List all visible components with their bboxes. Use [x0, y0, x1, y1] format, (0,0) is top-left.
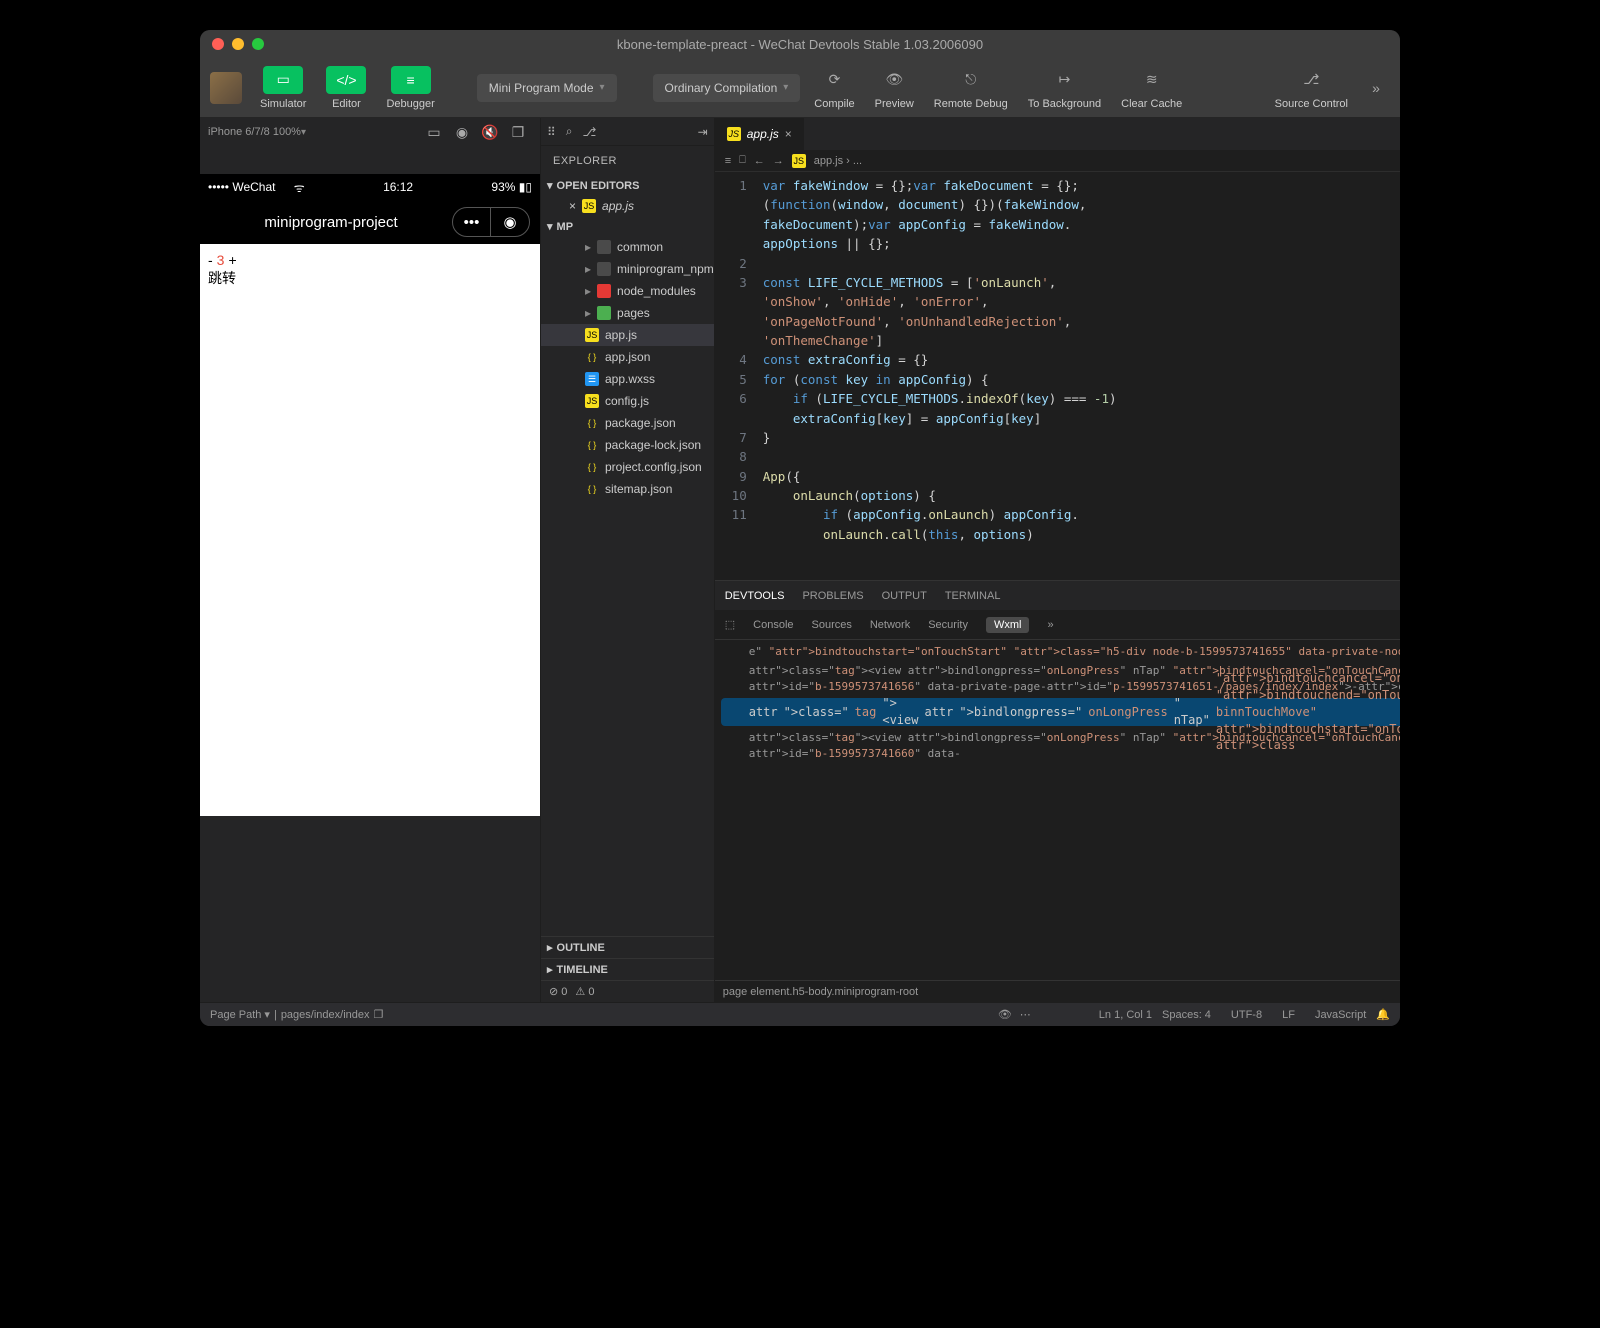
indentation[interactable]: Spaces: 4 [1162, 1009, 1211, 1021]
eol[interactable]: LF [1282, 1009, 1295, 1021]
open-editor-item[interactable]: × JS app.js [541, 195, 714, 217]
device-select[interactable]: iPhone 6/7/8 100% [208, 126, 306, 138]
bookmark-icon[interactable]: ⎕ [739, 154, 746, 167]
copy-path-icon[interactable]: ❐ [374, 1008, 384, 1021]
devtools-tabs: DEVTOOLS PROBLEMS OUTPUT TERMINAL ∧ × [715, 580, 1400, 610]
copy-icon[interactable]: ❐ [504, 118, 532, 146]
explorer-panel: ⠿ ⌕ ⎇ ⇥ EXPLORER ▾OPEN EDITORS × JS app.… [540, 118, 715, 1002]
subtab-sources[interactable]: Sources [812, 619, 852, 631]
tree-item[interactable]: { }sitemap.json [541, 478, 714, 500]
more-icon[interactable]: » [1362, 74, 1390, 102]
tree-item[interactable]: JSconfig.js [541, 390, 714, 412]
errors-count[interactable]: ⊘ 0 [549, 985, 567, 998]
tree-item[interactable]: { }project.config.json [541, 456, 714, 478]
clear-cache-button[interactable]: ≋Clear Cache [1115, 66, 1188, 110]
simulator-button[interactable]: ▭Simulator [254, 66, 312, 110]
warnings-count[interactable]: ⚠ 0 [575, 985, 594, 998]
tree-item[interactable]: ☰app.wxss [541, 368, 714, 390]
list-icon[interactable]: ⠿ [547, 125, 556, 139]
status-bar: Page Path ▾ | pages/index/index ❐ 👁 ⋯ Ln… [200, 1002, 1400, 1026]
preview-button[interactable]: 👁Preview [869, 66, 920, 110]
subtab-console[interactable]: Console [753, 619, 793, 631]
tab-output[interactable]: OUTPUT [882, 590, 927, 602]
tree-item[interactable]: JSapp.js [541, 324, 714, 346]
encoding[interactable]: UTF-8 [1231, 1009, 1262, 1021]
more-icon[interactable]: ⋯ [1020, 1008, 1031, 1021]
tree-item[interactable]: { }app.json [541, 346, 714, 368]
language[interactable]: JavaScript [1315, 1009, 1366, 1021]
page-path-label[interactable]: Page Path ▾ [210, 1008, 270, 1021]
search-icon[interactable]: ⌕ [566, 124, 573, 139]
app-title: miniprogram-project [264, 214, 397, 231]
increment-button[interactable]: + [228, 252, 236, 268]
mute-icon[interactable]: 🔇 [476, 118, 504, 146]
open-editors-section[interactable]: ▾OPEN EDITORS [541, 176, 714, 195]
window-title: kbone-template-preact - WeChat Devtools … [200, 37, 1400, 52]
source-control-button[interactable]: ⎇Source Control [1269, 66, 1354, 110]
tab-problems[interactable]: PROBLEMS [802, 590, 863, 602]
simulator-panel: iPhone 6/7/8 100% ▭ ◉ 🔇 ❐ ••••• WeChatᯤ … [200, 118, 540, 1002]
eye-icon[interactable]: 👁 [998, 1008, 1012, 1021]
close-icon[interactable]: × [785, 127, 792, 141]
page-content[interactable]: - 3 + 跳转 [200, 244, 540, 816]
device-icon[interactable]: ▭ [420, 118, 448, 146]
wxml-tree[interactable]: e" "attr">bindtouchstart="onTouchStart" … [715, 640, 1400, 980]
subtab-network[interactable]: Network [870, 619, 910, 631]
remote-debug-button[interactable]: ⎋Remote Debug [928, 66, 1014, 110]
titlebar: kbone-template-preact - WeChat Devtools … [200, 30, 1400, 58]
debugger-button[interactable]: ≡Debugger [380, 66, 440, 110]
carrier: ••••• WeChat [208, 180, 275, 194]
menu-icon: ••• [453, 208, 491, 236]
user-avatar-icon[interactable] [210, 72, 242, 104]
counter-value: 3 [217, 252, 225, 268]
record-icon[interactable]: ◉ [448, 118, 476, 146]
battery: 93% [491, 180, 515, 194]
breadcrumb[interactable]: app.js › ... [814, 155, 862, 167]
tree-item[interactable]: { }package.json [541, 412, 714, 434]
target-icon: ◉ [491, 208, 529, 236]
tree-item[interactable]: ▸miniprogram_npm [541, 258, 714, 280]
decrement-button[interactable]: - [208, 252, 213, 268]
page-path[interactable]: pages/index/index [281, 1009, 370, 1021]
element-path[interactable]: page element.h5-body.miniprogram-root [723, 986, 918, 998]
branch-icon[interactable]: ⎇ [583, 125, 597, 139]
forward-icon[interactable]: → [773, 155, 784, 167]
devtools-subtabs: ⬚ Console Sources Network Security Wxml … [715, 610, 1400, 640]
bell-icon[interactable]: 🔔 [1376, 1008, 1390, 1021]
tree-item[interactable]: ▸node_modules [541, 280, 714, 302]
toggle-icon[interactable]: ≡ [725, 155, 731, 167]
main-toolbar: ▭Simulator </>Editor ≡Debugger Mini Prog… [200, 58, 1400, 118]
editor-tab[interactable]: JSapp.js× [715, 118, 804, 150]
tree-item[interactable]: ▸pages [541, 302, 714, 324]
explorer-title: EXPLORER [541, 146, 714, 176]
compile-button[interactable]: ⟳Compile [808, 66, 860, 110]
tree-item[interactable]: ▸common [541, 236, 714, 258]
editor-panel: JSapp.js× ◫ ⋯ ≡ ⎕ ← → JS app.js › ... 1 … [715, 118, 1400, 1002]
tab-terminal[interactable]: TERMINAL [945, 590, 1001, 602]
capsule-menu[interactable]: •••◉ [452, 207, 530, 237]
close-icon[interactable]: × [569, 199, 576, 213]
compilation-select[interactable]: Ordinary Compilation [653, 74, 801, 102]
back-icon[interactable]: ← [754, 155, 765, 167]
project-root[interactable]: ▾MP [541, 217, 714, 236]
collapse-icon[interactable]: ⇥ [698, 125, 708, 139]
app-window: kbone-template-preact - WeChat Devtools … [200, 30, 1400, 1026]
timeline-section[interactable]: ▸TIMELINE [541, 958, 714, 980]
inspect-icon[interactable]: ⬚ [725, 618, 735, 631]
subtab-security[interactable]: Security [928, 619, 968, 631]
cursor-position[interactable]: Ln 1, Col 1 [1099, 1009, 1152, 1021]
editor-button[interactable]: </>Editor [320, 66, 372, 110]
phone-simulator: ••••• WeChatᯤ 16:12 93% ▮▯ miniprogram-p… [200, 174, 540, 816]
nav-link[interactable]: 跳转 [208, 268, 532, 288]
time: 16:12 [383, 180, 413, 194]
to-background-button[interactable]: ↦To Background [1022, 66, 1107, 110]
tree-item[interactable]: { }package-lock.json [541, 434, 714, 456]
outline-section[interactable]: ▸OUTLINE [541, 936, 714, 958]
code-editor[interactable]: 1 23 456 7891011 var fakeWindow = {};var… [715, 172, 1400, 580]
program-mode-select[interactable]: Mini Program Mode [477, 74, 617, 102]
tab-devtools[interactable]: DEVTOOLS [725, 590, 785, 602]
subtab-wxml[interactable]: Wxml [986, 617, 1030, 633]
more-icon[interactable]: » [1047, 619, 1053, 631]
